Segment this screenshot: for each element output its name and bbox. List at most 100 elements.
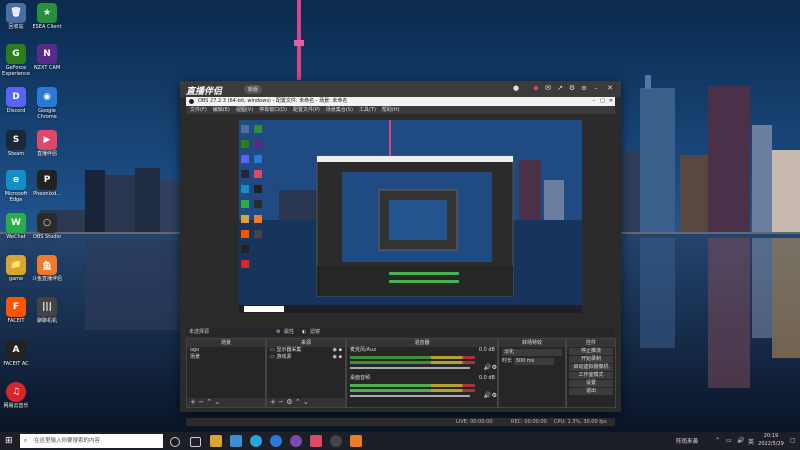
desktop-icon-faceit-ac[interactable]: A FACEIT AC xyxy=(1,340,31,367)
gift-icon[interactable]: ◆ xyxy=(532,84,540,92)
desktop-icon-wechat[interactable]: W WeChat xyxy=(1,213,31,240)
ime-indicator[interactable]: 英 xyxy=(748,437,754,446)
controls-panel: 控件 停止推流 开始录制 启动虚拟摄像机 工作室模式 设置 退出 xyxy=(566,338,616,408)
edge-taskbar-icon[interactable] xyxy=(250,435,262,447)
desktop-icon-douyu[interactable]: 鱼 斗鱼直播伴侣 xyxy=(32,255,62,282)
desktop-icon-game-folder[interactable]: 📁 game xyxy=(1,255,31,282)
obs-minimize-icon[interactable]: – xyxy=(593,97,596,106)
desktop-icon-liaoliao[interactable]: ||| 聊聊机机 xyxy=(32,297,62,324)
notification-icon[interactable]: ▢ xyxy=(790,437,796,444)
menu-dock[interactable]: 停靠窗口(D) xyxy=(259,106,287,114)
store-icon[interactable] xyxy=(230,435,242,447)
obs-taskbar-icon[interactable] xyxy=(330,435,342,447)
eye-lock-icon[interactable]: ◉ ▪ xyxy=(333,347,342,354)
remove-scene-icon[interactable]: − xyxy=(198,398,204,406)
menu-help[interactable]: 帮助(H) xyxy=(382,106,400,114)
desktop-icon-nzxt[interactable]: N NZXT CAM xyxy=(32,44,62,71)
obs-maximize-icon[interactable]: □ xyxy=(600,97,605,106)
duration-input[interactable]: 300 ms xyxy=(513,358,554,365)
move-down-icon[interactable]: ⌄ xyxy=(214,398,220,406)
share-icon[interactable]: ↗ xyxy=(556,84,564,92)
preview-canvas[interactable] xyxy=(239,120,582,313)
desktop-icon-discord[interactable]: D Discord xyxy=(1,87,31,114)
source-settings-icon[interactable]: ⚙ xyxy=(286,398,292,406)
weather-text[interactable]: 阵雨来袭 xyxy=(676,437,698,445)
network-icon[interactable]: ▭ xyxy=(726,437,732,444)
start-recording-button[interactable]: 开始录制 xyxy=(569,356,613,363)
obs-logo-icon xyxy=(189,99,194,104)
douyu-taskbar-icon[interactable] xyxy=(350,435,362,447)
volume-slider[interactable] xyxy=(350,367,470,369)
add-scene-icon[interactable]: + xyxy=(190,398,196,406)
task-view-icon[interactable] xyxy=(190,437,201,447)
cortana-icon[interactable] xyxy=(170,437,180,447)
menu-tools[interactable]: 工具(T) xyxy=(359,106,376,114)
volume-icon[interactable]: 🔊 xyxy=(737,437,744,444)
faceit-icon: F xyxy=(6,297,26,317)
zhibo-taskbar-icon[interactable] xyxy=(310,435,322,447)
source-item[interactable]: ▭ 显示器采集 ◉ ▪ xyxy=(267,347,345,354)
minimize-icon[interactable]: – xyxy=(592,84,600,92)
desktop-icon-phoenix[interactable]: P Pheonixd... xyxy=(32,170,62,197)
windows-start-icon[interactable]: ⊞ xyxy=(5,436,13,446)
faceit-ac-icon: A xyxy=(6,340,26,360)
desktop-icon-geforce[interactable]: G GeForce Experience xyxy=(1,44,31,77)
start-virtual-camera-button[interactable]: 启动虚拟摄像机 xyxy=(569,364,613,371)
eye-lock-icon[interactable]: ◉ ▪ xyxy=(333,354,342,361)
move-down-icon[interactable]: ⌄ xyxy=(303,398,309,406)
desktop-icon-steam[interactable]: S Steam xyxy=(1,130,31,157)
source-item[interactable]: ▭ 游戏源 ◉ ▪ xyxy=(267,354,345,361)
exit-button[interactable]: 退出 xyxy=(569,388,613,395)
menu-profile[interactable]: 配置文件(P) xyxy=(293,106,320,114)
windows-taskbar: ⊞ ⌕ 在这里输入你要搜索的内容 阵雨来袭 ⌃ ▭ 🔊 英 20:19 2022… xyxy=(0,432,800,450)
move-up-icon[interactable]: ⌃ xyxy=(206,398,212,406)
channel-gear-icon[interactable]: ⚙ xyxy=(492,364,497,371)
desktop-icon-zhibo[interactable]: ▶ 直播伴侣 xyxy=(32,130,62,157)
clock-time[interactable]: 20:19 xyxy=(757,433,785,439)
stop-streaming-button[interactable]: 停止推流 xyxy=(569,348,613,355)
desktop-icon-recycle-bin[interactable]: 🗑 回收站 xyxy=(1,3,31,30)
obs-window: OBS 27.2.3 (64-bit, windows) - 配置文件: 未命名… xyxy=(186,97,616,426)
menu-file[interactable]: 文件(F) xyxy=(190,106,207,114)
scene-item[interactable]: ogo xyxy=(187,347,265,354)
filter-icon[interactable]: ◐ xyxy=(302,328,306,336)
scene-item[interactable]: 场景 xyxy=(187,354,265,361)
desktop-icon-faceit[interactable]: F FACEIT xyxy=(1,297,31,324)
volume-meter xyxy=(350,384,475,387)
desktop-icon-netease-music[interactable]: ♫ 网易云音乐 xyxy=(1,382,31,409)
settings-button[interactable]: 设置 xyxy=(569,380,613,387)
studio-mode-button[interactable]: 工作室模式 xyxy=(569,372,613,379)
add-source-icon[interactable]: + xyxy=(270,398,276,406)
desktop-icon-esea[interactable]: ★ ESEA Client xyxy=(32,3,62,30)
clock-date[interactable]: 2022/5/29 xyxy=(757,441,785,447)
desktop-icon-obs[interactable]: ○ OBS Studio xyxy=(32,213,62,240)
file-explorer-icon[interactable] xyxy=(210,435,222,447)
channel-gear-icon[interactable]: ⚙ xyxy=(492,392,497,399)
settings-icon[interactable]: ⚙ xyxy=(568,84,576,92)
menu-view[interactable]: 视图(V) xyxy=(236,106,253,114)
gear-icon[interactable]: ⚙ xyxy=(276,328,280,336)
volume-slider[interactable] xyxy=(350,395,470,397)
properties-button[interactable]: 属性 xyxy=(284,328,294,336)
filters-button[interactable]: 滤镜 xyxy=(310,328,320,336)
transition-type-select[interactable]: 淡化 xyxy=(502,349,562,356)
speaker-icon[interactable]: 🔊 xyxy=(484,364,491,371)
menu-scene-collection[interactable]: 场景集合(S) xyxy=(326,106,353,114)
remove-source-icon[interactable]: − xyxy=(278,398,284,406)
channel-name: 麦克风/Aux xyxy=(350,347,377,353)
discord-taskbar-icon[interactable] xyxy=(290,435,302,447)
move-up-icon[interactable]: ⌃ xyxy=(295,398,301,406)
speaker-icon[interactable]: 🔊 xyxy=(484,392,491,399)
desktop-icon-edge[interactable]: e Microsoft Edge xyxy=(1,170,31,203)
desktop-icon-chrome[interactable]: ◉ Google Chrome xyxy=(32,87,62,120)
app-version-badge[interactable]: 新版 xyxy=(244,85,263,94)
taskbar-search-box[interactable]: ⌕ 在这里输入你要搜索的内容 xyxy=(20,434,163,448)
obs-close-icon[interactable]: ✕ xyxy=(609,97,613,106)
chrome-taskbar-icon[interactable] xyxy=(270,435,282,447)
menu-edit[interactable]: 编辑(E) xyxy=(213,106,230,114)
mail-icon[interactable]: ✉ xyxy=(544,84,552,92)
tray-up-arrow-icon[interactable]: ⌃ xyxy=(715,437,720,444)
menu-icon[interactable]: ≡ xyxy=(580,84,588,92)
close-icon[interactable]: ✕ xyxy=(606,84,614,92)
profile-icon[interactable]: ● xyxy=(512,84,520,92)
